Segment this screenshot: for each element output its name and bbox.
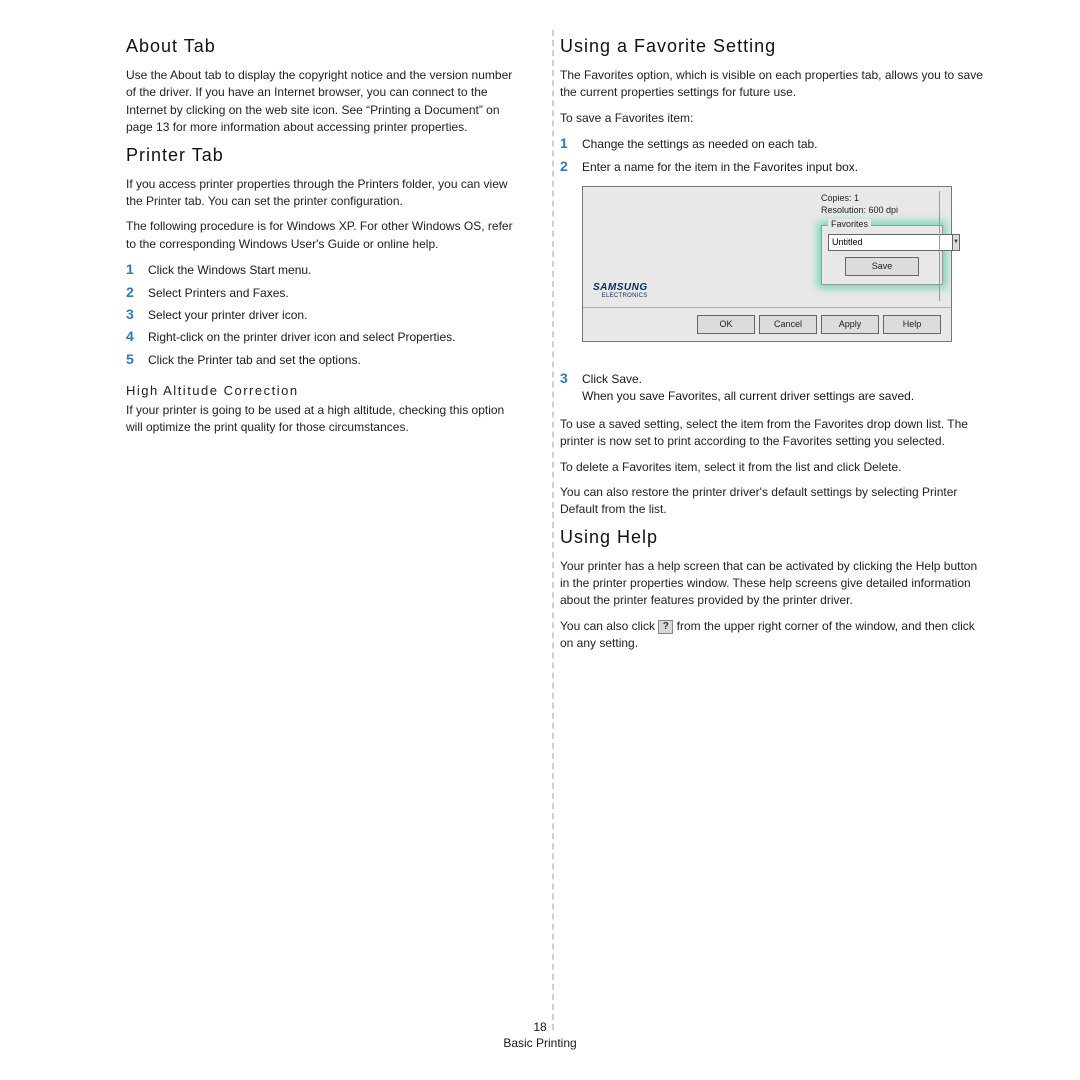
chapter-label: Basic Printing [0, 1036, 1080, 1050]
save-button[interactable]: Save [845, 257, 919, 276]
step-text: Right-click on the printer driver icon a… [148, 328, 455, 346]
copies-readout: Copies: 1 [821, 193, 943, 203]
step-text: Click the Windows Start menu. [148, 261, 311, 279]
help-button[interactable]: Help [883, 315, 941, 334]
step-text: Select your printer driver icon. [148, 306, 307, 324]
about-tab-body: Use the About tab to display the copyrig… [126, 67, 520, 137]
printer-tab-heading: Printer Tab [126, 145, 520, 166]
favorite-body-5: You can also restore the printer driver'… [560, 484, 984, 519]
apply-button[interactable]: Apply [821, 315, 879, 334]
page-footer: 18 Basic Printing [0, 1020, 1080, 1050]
printer-tab-steps: 1Click the Windows Start menu. 2Select P… [126, 261, 520, 369]
cancel-button[interactable]: Cancel [759, 315, 817, 334]
using-help-body-2: You can also click ? from the upper righ… [560, 618, 984, 653]
step-text: Enter a name for the item in the Favorit… [582, 158, 858, 176]
high-altitude-body: If your printer is going to be used at a… [126, 402, 520, 437]
chevron-down-icon[interactable] [953, 234, 960, 251]
about-tab-heading: About Tab [126, 36, 520, 57]
favorite-body-4: To delete a Favorites item, select it fr… [560, 459, 984, 476]
step-subtext: When you save Favorites, all current dri… [582, 389, 914, 403]
favorite-steps-12: 1Change the settings as needed on each t… [560, 135, 984, 176]
printer-tab-body-1: If you access printer properties through… [126, 176, 520, 211]
step-text: Change the settings as needed on each ta… [582, 135, 818, 153]
favorite-step-3: 3 Click Save. When you save Favorites, a… [560, 370, 984, 406]
resolution-readout: Resolution: 600 dpi [821, 205, 943, 215]
step-text: Click the Printer tab and set the option… [148, 351, 361, 369]
printer-tab-body-2: The following procedure is for Windows X… [126, 218, 520, 253]
favorite-body-1: The Favorites option, which is visible o… [560, 67, 984, 102]
using-help-body-1: Your printer has a help screen that can … [560, 558, 984, 610]
high-altitude-heading: High Altitude Correction [126, 383, 520, 398]
favorites-group: Favorites Save [821, 225, 943, 285]
ok-button[interactable]: OK [697, 315, 755, 334]
favorite-setting-heading: Using a Favorite Setting [560, 36, 984, 57]
step-text: Select Printers and Faxes. [148, 284, 289, 302]
using-help-heading: Using Help [560, 527, 984, 548]
favorite-body-3: To use a saved setting, select the item … [560, 416, 984, 451]
favorites-screenshot: SAMSUNG ELECTRONICS Copies: 1 Resolution… [582, 186, 952, 342]
favorite-body-2: To save a Favorites item: [560, 110, 984, 127]
step-text: Click Save. [582, 372, 642, 386]
page-number: 18 [0, 1020, 1080, 1034]
column-divider [552, 30, 554, 1030]
favorites-input[interactable] [828, 234, 953, 251]
favorites-legend: Favorites [828, 219, 871, 229]
samsung-logo: SAMSUNG ELECTRONICS [593, 282, 648, 299]
question-icon: ? [658, 620, 673, 634]
